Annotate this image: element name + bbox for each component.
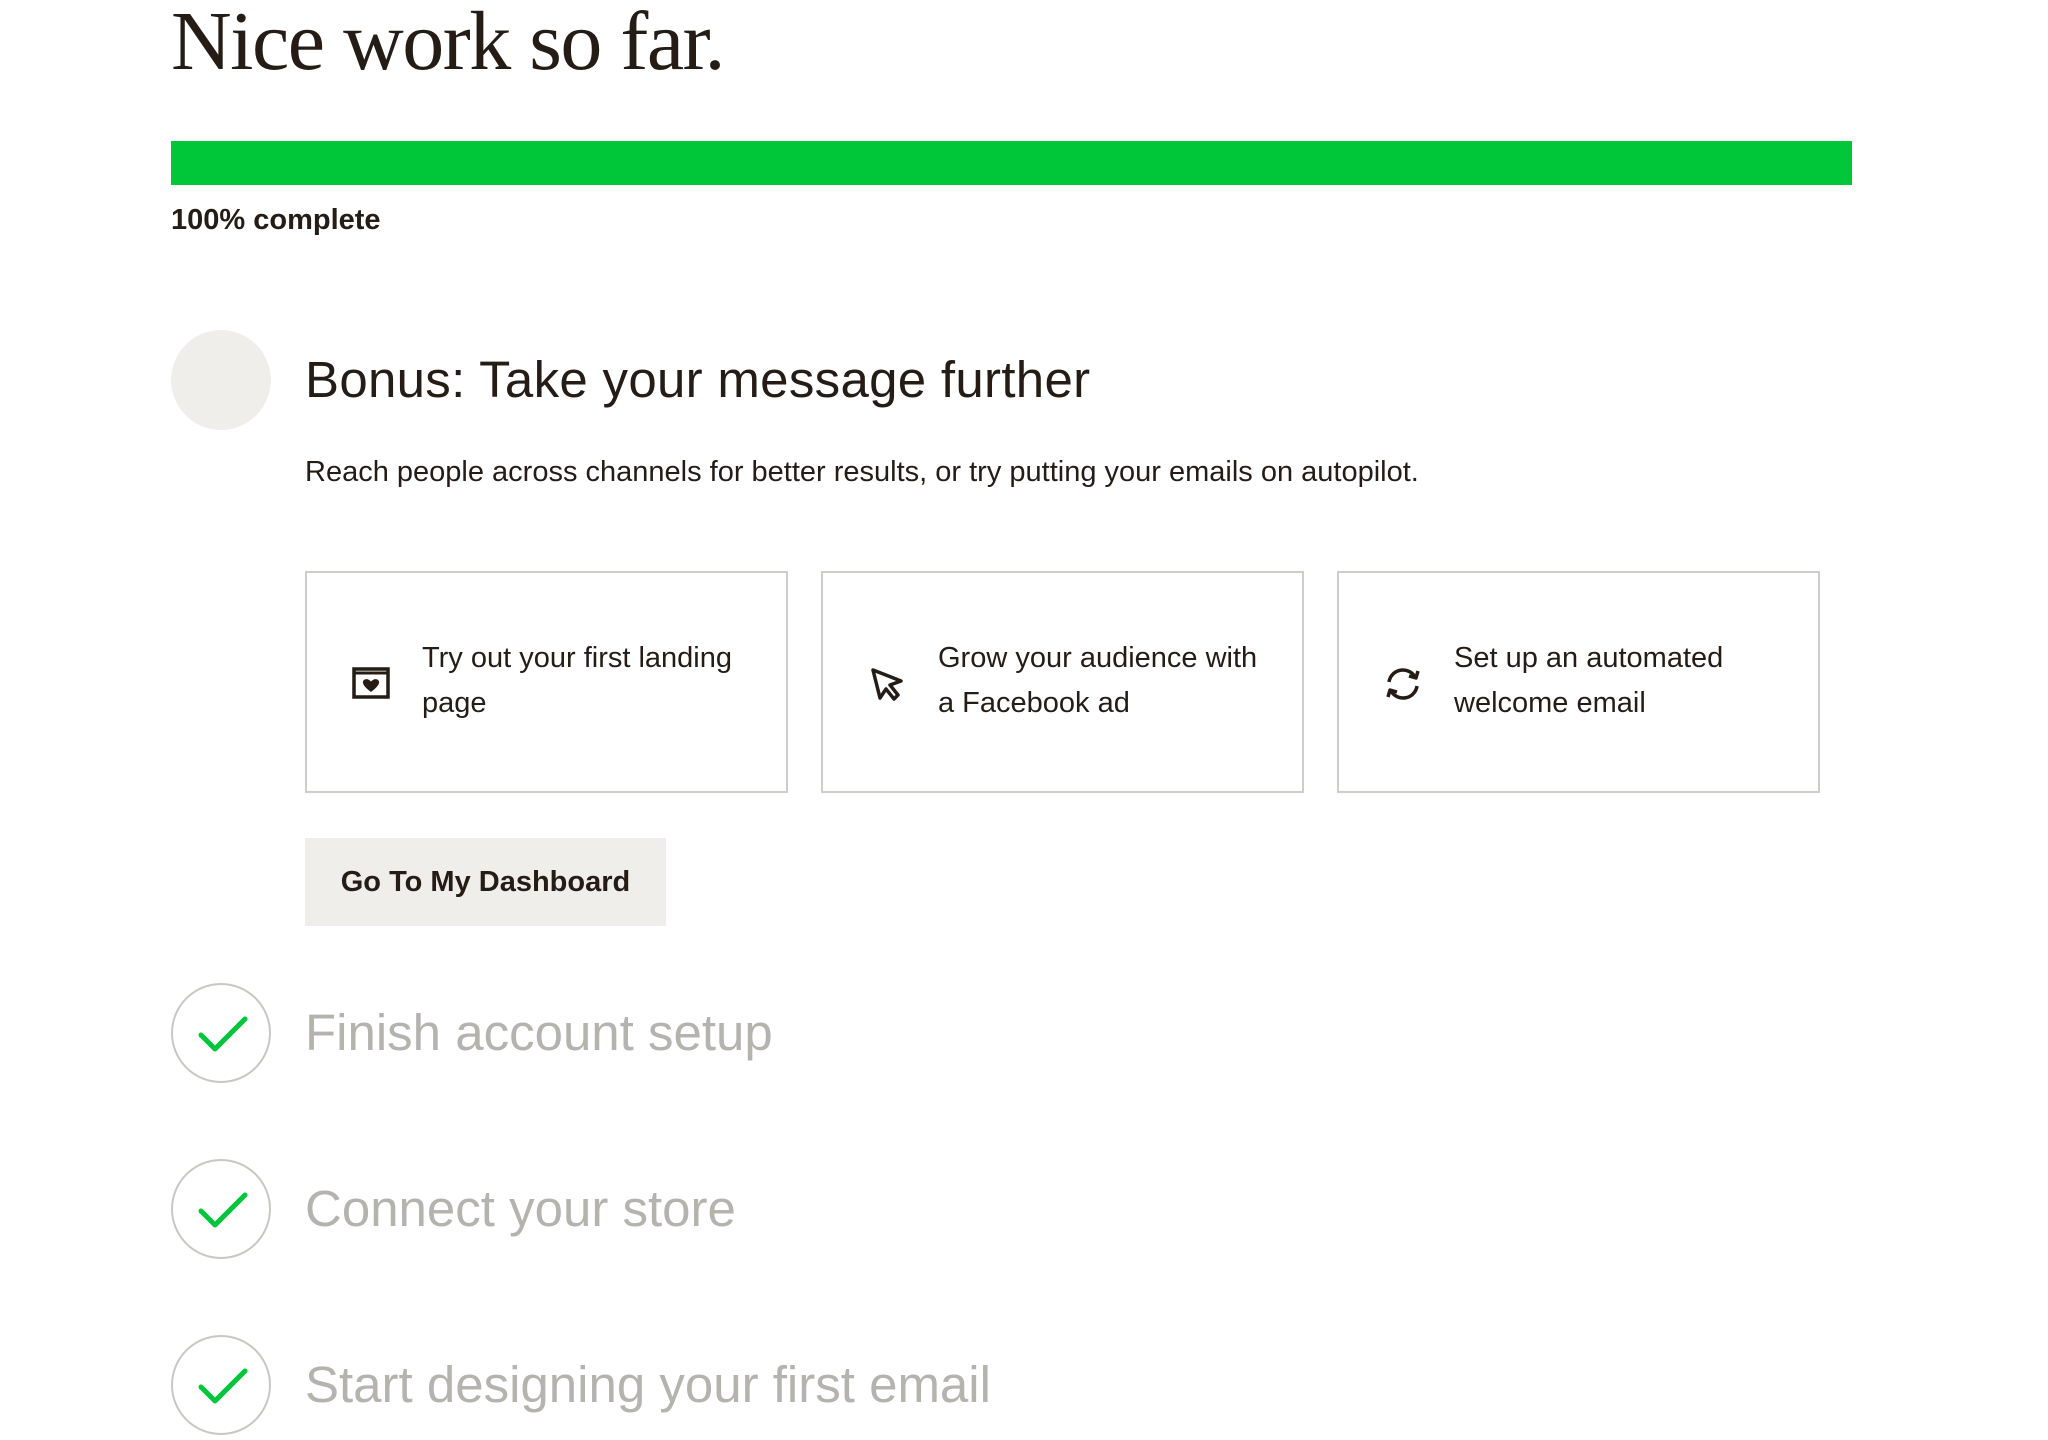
check-icon	[198, 1368, 248, 1404]
step-complete-indicator	[171, 1159, 271, 1259]
welcome-email-card[interactable]: Set up an automated welcome email	[1337, 571, 1820, 793]
page-title: Nice work so far.	[171, 0, 725, 88]
facebook-ad-card-label: Grow your audience with a Facebook ad	[938, 642, 1258, 719]
step-complete-indicator	[171, 1335, 271, 1435]
bonus-step-description: Reach people across channels for better …	[305, 456, 1419, 488]
step-complete-indicator	[171, 983, 271, 1083]
progress-bar	[171, 141, 1852, 185]
refresh-icon	[1381, 662, 1425, 706]
bonus-step-indicator	[171, 330, 271, 430]
step-title-connect-store[interactable]: Connect your store	[305, 1179, 736, 1239]
landing-page-card[interactable]: Try out your first landing page	[305, 571, 788, 793]
step-title-design-email[interactable]: Start designing your first email	[305, 1355, 991, 1415]
check-icon	[198, 1192, 248, 1228]
bonus-step-title: Bonus: Take your message further	[305, 351, 1091, 408]
progress-bar-fill	[171, 141, 1852, 185]
welcome-email-card-label: Set up an automated welcome email	[1454, 642, 1724, 719]
landing-page-card-label: Try out your first landing page	[422, 642, 732, 719]
progress-label: 100% complete	[171, 204, 381, 236]
facebook-ad-card[interactable]: Grow your audience with a Facebook ad	[821, 571, 1304, 793]
cursor-icon	[865, 662, 909, 706]
landing-page-icon	[349, 662, 393, 706]
go-to-dashboard-button[interactable]: Go To My Dashboard	[305, 838, 666, 926]
step-title-account-setup[interactable]: Finish account setup	[305, 1003, 773, 1063]
check-icon	[198, 1016, 248, 1052]
